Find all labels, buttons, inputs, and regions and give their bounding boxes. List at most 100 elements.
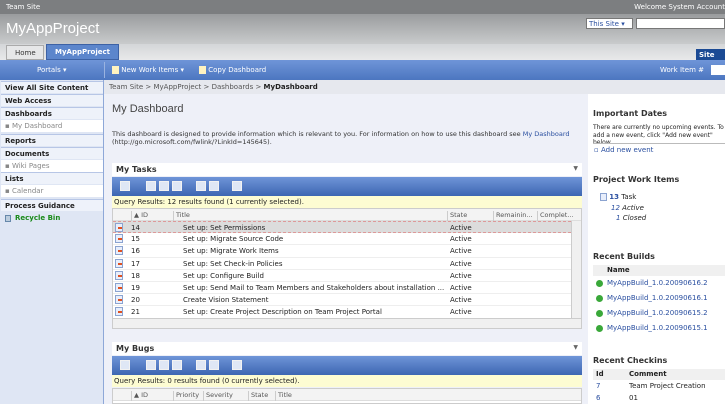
- new-item-icon[interactable]: [120, 360, 130, 370]
- query-icon[interactable]: [232, 181, 242, 191]
- nav-item[interactable]: View All Site Content: [1, 81, 103, 93]
- webpart-menu-icon[interactable]: ▼: [573, 165, 578, 172]
- tab-home[interactable]: Home: [6, 45, 44, 60]
- id-cell: 14: [131, 224, 140, 232]
- new-work-items-label: New Work Items ▾: [121, 66, 184, 74]
- table-row[interactable]: 19 Set up: Send Mail to Team Members and …: [113, 282, 581, 295]
- tab-myappproject[interactable]: MyAppProject: [46, 44, 119, 60]
- nav-label: Process Guidance: [5, 202, 75, 210]
- active-count[interactable]: 12 Active: [611, 204, 644, 212]
- work-item-icon: [115, 223, 123, 232]
- open-excel-icon[interactable]: [159, 360, 169, 370]
- work-item-icon: [115, 258, 123, 268]
- build-success-icon: [596, 324, 603, 332]
- column-header[interactable]: State: [447, 211, 467, 221]
- email-icon[interactable]: [172, 181, 182, 191]
- nav-item[interactable]: Lists: [1, 172, 103, 184]
- nav-item[interactable]: Recycle Bin: [1, 212, 103, 224]
- build-link[interactable]: MyAppBuild_1.0.20090616.1: [596, 294, 708, 302]
- column-header[interactable]: Title: [275, 391, 292, 401]
- title-cell: Set up: Set Check-in Policies: [183, 259, 283, 268]
- query-icon[interactable]: [232, 360, 242, 370]
- grid-header: ▲ ID Title State Remainin... Complet...: [113, 209, 581, 221]
- build-name: MyAppBuild_1.0.20090615.1: [607, 324, 708, 332]
- column-header[interactable]: Priority: [173, 391, 199, 401]
- breadcrumb-current: MyDashboard: [263, 83, 318, 91]
- column-header[interactable]: ▲ ID: [131, 391, 148, 401]
- add-new-event-link[interactable]: ▫ Add new event: [594, 146, 653, 154]
- nav-item[interactable]: ▪ Wiki Pages: [1, 160, 103, 172]
- nav-item[interactable]: Reports: [1, 134, 103, 146]
- nav-item[interactable]: ▪ My Dashboard: [1, 120, 103, 132]
- id-cell: 19: [131, 283, 140, 292]
- state-cell: Active: [450, 247, 472, 256]
- paste-icon[interactable]: [209, 181, 219, 191]
- horizontal-scrollbar[interactable]: [113, 318, 581, 328]
- nav-label: View All Site Content: [5, 84, 89, 92]
- copy-icon[interactable]: [196, 360, 206, 370]
- nav-item[interactable]: Dashboards: [1, 107, 103, 119]
- title-cell: Set up: Configure Build: [183, 271, 264, 280]
- table-row[interactable]: 21 Set up: Create Project Description on …: [113, 306, 581, 319]
- task-label: Task: [621, 193, 637, 201]
- copy-dashboard-button[interactable]: Copy Dashboard: [199, 66, 266, 74]
- webpart-menu-icon[interactable]: ▼: [573, 344, 578, 351]
- column-header[interactable]: ▲ ID: [131, 211, 148, 221]
- refresh-icon[interactable]: [146, 360, 156, 370]
- new-item-icon[interactable]: [120, 181, 130, 191]
- breadcrumb-path[interactable]: Team Site > MyAppProject > Dashboards >: [109, 83, 264, 91]
- build-name: MyAppBuild_1.0.20090615.2: [607, 309, 708, 317]
- table-row[interactable]: 17 Set up: Set Check-in Policies Active: [113, 258, 581, 270]
- table-row[interactable]: 14 Set up: Set Permissions Active: [113, 221, 581, 234]
- nav-item[interactable]: Process Guidance: [1, 199, 103, 211]
- table-row[interactable]: 16 Set up: Migrate Work Items Active: [113, 245, 581, 258]
- nav-label: ▪ Calendar: [5, 187, 44, 195]
- build-link[interactable]: MyAppBuild_1.0.20090616.2: [596, 279, 708, 287]
- portals-menu[interactable]: Portals ▾: [37, 66, 67, 74]
- site-title[interactable]: MyAppProject: [6, 20, 99, 37]
- nav-item[interactable]: Web Access: [1, 94, 103, 106]
- search-input[interactable]: [636, 18, 725, 29]
- copy-dashboard-label: Copy Dashboard: [208, 66, 267, 74]
- state-cell: Active: [450, 259, 472, 268]
- site-actions-button[interactable]: Site: [696, 49, 725, 60]
- new-work-items-menu[interactable]: New Work Items ▾: [112, 66, 184, 74]
- refresh-icon[interactable]: [146, 181, 156, 191]
- scope-label: This Site: [589, 20, 619, 28]
- table-row[interactable]: 18 Set up: Configure Build Active: [113, 270, 581, 282]
- paste-icon[interactable]: [209, 360, 219, 370]
- col-id: Id: [596, 370, 604, 378]
- site-link[interactable]: Team Site: [6, 3, 40, 11]
- nav-item[interactable]: ▪ Calendar: [1, 185, 103, 197]
- vertical-scrollbar[interactable]: [571, 221, 581, 318]
- welcome-menu[interactable]: Welcome System Account: [634, 3, 725, 11]
- work-item-icon: [115, 282, 123, 292]
- my-dashboard-link[interactable]: My Dashboard: [523, 130, 570, 138]
- table-row[interactable]: 20 Create Vision Statement Active: [113, 294, 581, 307]
- state-cell: Active: [450, 308, 472, 317]
- table-row[interactable]: 15 Set up: Migrate Source Code Active: [113, 233, 581, 246]
- copy-icon[interactable]: [196, 181, 206, 191]
- top-bar: Team Site Welcome System Account: [0, 0, 725, 14]
- column-header[interactable]: Complet...: [537, 211, 574, 221]
- bugs-toolbar: [112, 356, 582, 375]
- important-dates-title: Important Dates: [593, 109, 668, 118]
- column-header[interactable]: Severity: [203, 391, 233, 401]
- build-link[interactable]: MyAppBuild_1.0.20090615.2: [596, 309, 708, 317]
- column-header[interactable]: State: [248, 391, 268, 401]
- column-header[interactable]: Remainin...: [493, 211, 533, 221]
- build-name: MyAppBuild_1.0.20090616.1: [607, 294, 708, 302]
- open-excel-icon[interactable]: [159, 181, 169, 191]
- work-item-input[interactable]: [711, 65, 725, 75]
- search-scope-select[interactable]: This Site ▾: [586, 18, 633, 29]
- build-link[interactable]: MyAppBuild_1.0.20090615.1: [596, 324, 708, 332]
- closed-count[interactable]: 1 Closed: [616, 214, 646, 222]
- work-item-icon: [115, 234, 123, 244]
- checkin-id-link[interactable]: 6: [596, 394, 600, 402]
- task-count[interactable]: 13 Task: [600, 193, 636, 201]
- column-header[interactable]: Title: [173, 211, 190, 221]
- email-icon[interactable]: [172, 360, 182, 370]
- checkin-id-link[interactable]: 7: [596, 382, 600, 390]
- nav-item[interactable]: Documents: [1, 147, 103, 159]
- bugs-query-status: Query Results: 0 results found (0 curren…: [112, 375, 582, 387]
